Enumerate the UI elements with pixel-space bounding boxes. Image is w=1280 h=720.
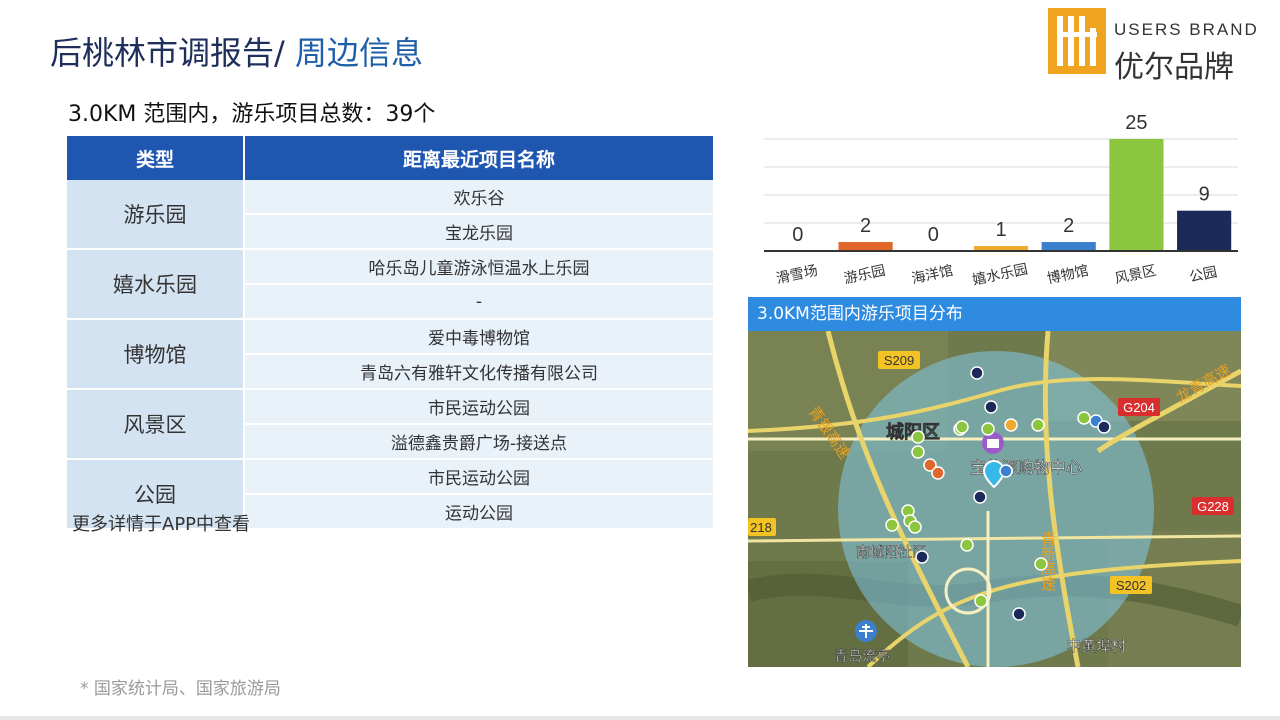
brand-name-cn: 优尔品牌 (1114, 50, 1234, 85)
bottom-divider (0, 716, 1280, 720)
category-label-2: 海洋馆 (910, 263, 954, 287)
category-cell: 游乐园 (67, 180, 245, 250)
project-name-cell: 市民运动公园 (244, 459, 713, 495)
table-row: 博物馆 爱中毒博物馆 (67, 319, 713, 390)
category-label-1: 游乐园 (843, 263, 887, 287)
data-label-6: 9 (1199, 184, 1210, 206)
nearest-projects-table: 类型 距离最近项目名称 游乐园 欢乐谷 宝龙乐园 嬉水乐园 哈乐岛儿童游泳恒温水… (67, 136, 713, 530)
radius-circle (838, 351, 1154, 667)
project-name-cell: 爱中毒博物馆 (244, 319, 713, 355)
category-cell: 嬉水乐园 (67, 249, 245, 320)
category-label-5: 风景区 (1113, 263, 1157, 287)
data-source-note: * 国家统计局、国家旅游局 (80, 679, 281, 699)
map-marker-scenic[interactable] (911, 445, 925, 459)
map-marker-park[interactable] (1012, 607, 1026, 621)
data-label-4: 2 (1063, 215, 1074, 237)
map-marker-park[interactable] (984, 400, 998, 414)
map-marker-scenic[interactable] (974, 594, 988, 608)
shopping-icon (982, 432, 1004, 454)
data-label-1: 2 (860, 215, 871, 237)
title-main: 后桃林市调报告/ (50, 34, 295, 72)
map-marker-scenic[interactable] (1031, 418, 1045, 432)
table-row: 嬉水乐园 哈乐岛儿童游泳恒温水上乐园 (67, 249, 713, 320)
title-accent: 周边信息 (294, 34, 423, 72)
map-title: 3.0KM范围内游乐项目分布 (748, 297, 1241, 331)
map-marker-scenic[interactable] (911, 430, 925, 444)
category-label-3: 嬉水乐园 (971, 261, 1029, 288)
bar-4 (1041, 242, 1096, 251)
map-marker-park[interactable] (970, 366, 984, 380)
data-label-0: 0 (792, 224, 803, 246)
project-name-cell: 市民运动公园 (244, 389, 713, 425)
data-label-3: 1 (995, 219, 1006, 241)
project-name-cell: 宝龙乐园 (244, 214, 713, 250)
road-shield-g204: G204 (1123, 400, 1155, 415)
road-shield-s202: S202 (1116, 578, 1146, 593)
project-count-bar-chart: 0 滑雪场 2 游乐园 0 海洋馆 1 嬉水乐园 2 博物馆 25 风景区 9 公园 (764, 112, 1238, 289)
road-shield-s209: S209 (884, 353, 914, 368)
table-row: 风景区 市民运动公园 (67, 389, 713, 460)
map-marker-scenic[interactable] (885, 518, 899, 532)
label-village: 中黄埠村 (1066, 637, 1126, 655)
brand-name-en: USERS BRAND (1114, 20, 1259, 39)
map-marker-scenic[interactable] (908, 520, 922, 534)
bar-5 (1109, 139, 1164, 251)
category-cell: 博物馆 (67, 319, 245, 390)
project-name-cell: 运动公园 (244, 494, 713, 530)
project-name-cell: 溢德鑫贵爵广场-接送点 (244, 424, 713, 460)
project-name-cell: - (244, 284, 713, 320)
header-type: 类型 (67, 136, 245, 180)
bar-6 (1177, 210, 1232, 251)
category-label-0: 滑雪场 (775, 262, 820, 287)
bar-1 (838, 242, 893, 251)
map-canvas[interactable]: S209 G204 G228 S202 218 城阳区 南城阳社区 宝佳源购物中… (748, 331, 1241, 667)
project-name-cell: 哈乐岛儿童游泳恒温水上乐园 (244, 249, 713, 285)
map-marker-scenic[interactable] (955, 420, 969, 434)
map-marker-scenic[interactable] (1034, 557, 1048, 571)
project-name-cell: 欢乐谷 (244, 180, 713, 215)
category-label-4: 博物馆 (1045, 262, 1090, 287)
table-row: 游乐园 欢乐谷 (67, 180, 713, 250)
data-label-5: 25 (1125, 112, 1147, 134)
label-airport: 青岛流亭 (834, 648, 890, 665)
header-nearest-name: 距离最近项目名称 (244, 136, 713, 180)
map-marker-park[interactable] (915, 550, 929, 564)
logo-mark-icon (1048, 8, 1106, 74)
map-marker-park[interactable] (973, 490, 987, 504)
app-detail-note: 更多详情于APP中查看 (72, 514, 251, 535)
map-marker-scenic[interactable] (960, 538, 974, 552)
map-marker-museum[interactable] (999, 464, 1013, 478)
table-header-row: 类型 距离最近项目名称 (67, 136, 713, 180)
project-name-cell: 青岛六有雅轩文化传播有限公司 (244, 354, 713, 390)
table-row: 公园 市民运动公园 (67, 459, 713, 530)
road-shield-218: 218 (750, 520, 772, 535)
airport-icon (855, 620, 877, 642)
category-label-6: 公园 (1188, 264, 1219, 285)
map-marker-scenic[interactable] (1077, 411, 1091, 425)
map-marker-water[interactable] (1004, 418, 1018, 432)
map-marker-scenic[interactable] (981, 422, 995, 436)
page-title: 后桃林市调报告/ 周边信息 (50, 28, 423, 74)
brand-logo: USERS BRAND 优尔品牌 (1048, 8, 1259, 85)
section-subtitle: 3.0KM 范围内，游乐项目总数：39个 (68, 102, 436, 127)
category-cell: 风景区 (67, 389, 245, 460)
map-marker-amusement[interactable] (931, 466, 945, 480)
data-label-2: 0 (928, 224, 939, 246)
road-shield-g228: G228 (1197, 499, 1229, 514)
map-marker-park[interactable] (1097, 420, 1111, 434)
distribution-map[interactable]: 3.0KM范围内游乐项目分布 S209 G204 G228 S202 218 城… (748, 297, 1241, 667)
